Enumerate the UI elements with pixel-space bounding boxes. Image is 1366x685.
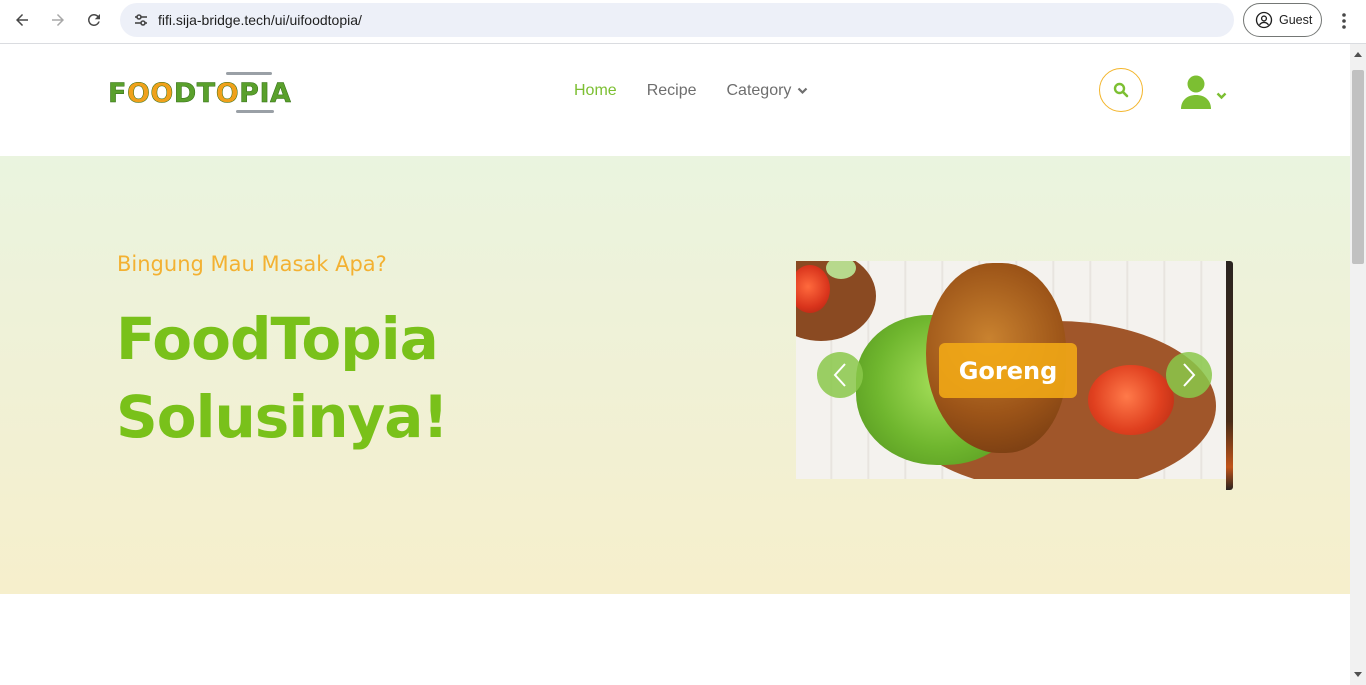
reload-button[interactable] [80,6,108,34]
food-tomato [1088,365,1174,435]
user-icon [1181,75,1211,109]
search-button[interactable] [1099,68,1143,112]
logo-letter: A [270,78,292,110]
hero-headline-line1: FoodTopia [116,305,439,373]
nav-home[interactable]: Home [574,82,617,100]
chevron-down-icon [798,87,808,95]
address-bar[interactable]: fifi.sija-bridge.tech/ui/uifoodtopia/ [120,3,1234,37]
chevron-down-icon [1216,92,1227,100]
account-circle-icon [1255,11,1273,29]
back-button[interactable] [8,6,36,34]
hero-tagline: Bingung Mau Masak Apa? [117,252,387,276]
carousel-slide-image: Goreng [796,261,1226,479]
carousel-caption[interactable]: Goreng [939,343,1077,398]
site-settings-icon[interactable] [126,12,156,28]
logo-letter: F [108,78,127,110]
carousel-prev-button[interactable] [817,352,863,398]
logo-letter: T [196,78,216,110]
logo-letter: I [259,78,270,110]
page-scrollbar[interactable] [1350,44,1366,685]
logo-letter: O [215,78,240,110]
more-vert-icon [1342,13,1346,29]
hero-section: Bingung Mau Masak Apa? FoodTopia Solusin… [0,156,1350,594]
search-icon [1113,82,1129,98]
logo-letter: P [239,78,260,110]
main-nav: Home Recipe Category [574,82,808,100]
logo-spoon-graphic [236,110,274,113]
logo-text: FOODTOPIA [108,78,292,110]
browser-toolbar: fifi.sija-bridge.tech/ui/uifoodtopia/ Gu… [0,0,1366,44]
forward-button[interactable] [44,6,72,34]
arrow-left-icon [16,14,28,26]
nav-category[interactable]: Category [727,82,809,100]
scrollbar-thumb[interactable] [1352,70,1364,264]
nav-category-label: Category [726,82,792,99]
reload-icon [87,13,100,26]
arrow-right-icon [52,14,64,26]
logo-fork-graphic [226,72,272,75]
hero-headline-line2: Solusinya! [116,383,449,451]
scroll-up-arrow-icon[interactable] [1354,52,1362,57]
carousel-next-button[interactable] [1166,352,1212,398]
hero-headline: FoodTopia Solusinya! [116,300,449,456]
browser-menu-button[interactable] [1334,9,1354,33]
user-menu-button[interactable] [1180,74,1232,110]
site-header: FOODTOPIA Home Recipe Category [0,44,1350,156]
logo-letter: O [150,78,174,110]
nav-recipe[interactable]: Recipe [647,82,697,100]
carousel-next-slide-peek [1226,261,1233,490]
site-logo[interactable]: FOODTOPIA [108,70,304,116]
chevron-left-icon [833,363,846,387]
scroll-down-arrow-icon[interactable] [1354,672,1362,677]
url-text: fifi.sija-bridge.tech/ui/uifoodtopia/ [158,12,362,28]
profile-label: Guest [1279,13,1313,27]
chevron-right-icon [1183,363,1196,387]
logo-letter: D [173,78,197,110]
category-carousel[interactable]: Goreng [796,261,1233,490]
page-viewport: FOODTOPIA Home Recipe Category Bingung M… [0,44,1350,685]
profile-button[interactable]: Guest [1243,3,1322,37]
logo-letter: O [126,78,151,110]
